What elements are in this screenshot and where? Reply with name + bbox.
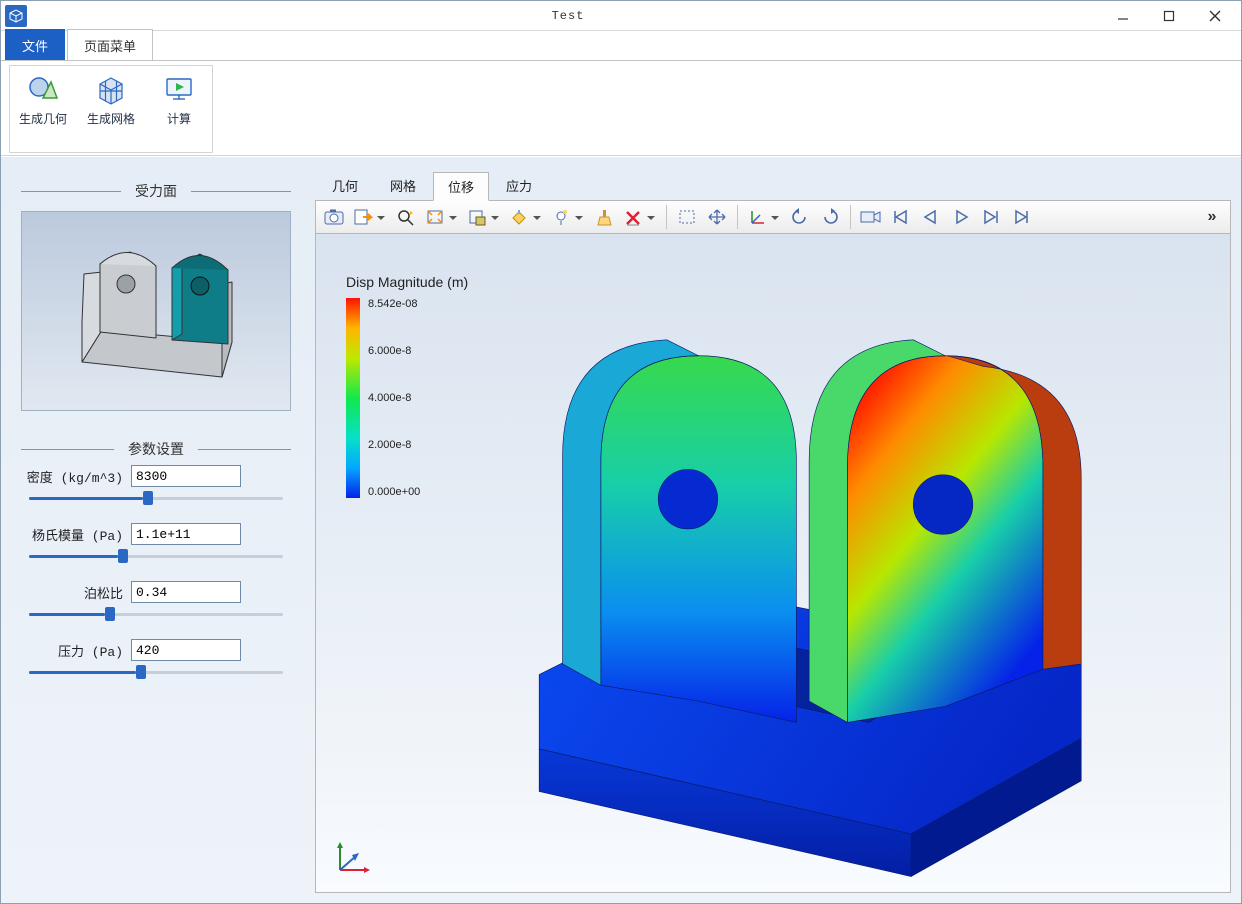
label-poisson: 泊松比	[23, 583, 123, 602]
input-young[interactable]	[131, 523, 241, 545]
app-logo	[5, 5, 27, 27]
legend-tick: 8.542e-08	[368, 298, 420, 310]
anim-next-icon[interactable]	[977, 203, 1005, 231]
export-icon[interactable]	[350, 203, 390, 231]
input-density[interactable]	[131, 465, 241, 487]
clear-icon[interactable]	[590, 203, 618, 231]
ribbon-button-solve[interactable]: 计算	[152, 68, 206, 150]
shapes-icon	[26, 72, 60, 106]
application-window: Test 文件 页面菜单 生成几何	[0, 0, 1242, 904]
zoom-box-icon[interactable]	[464, 203, 504, 231]
geometry-preview[interactable]	[21, 211, 291, 411]
anim-prev-icon[interactable]	[917, 203, 945, 231]
maximize-button[interactable]	[1147, 2, 1191, 30]
view-tab-geometry[interactable]: 几何	[317, 171, 373, 200]
label-young: 杨氏模量 (Pa)	[23, 525, 123, 544]
label-pressure: 压力 (Pa)	[23, 641, 123, 660]
axis-triad-icon[interactable]	[744, 203, 784, 231]
pan-icon[interactable]	[703, 203, 731, 231]
ribbon-button-generate-mesh[interactable]: 生成网格	[84, 68, 138, 150]
zoom-extents-icon[interactable]	[422, 203, 462, 231]
view-tab-mesh[interactable]: 网格	[375, 171, 431, 200]
camera-icon[interactable]	[857, 203, 885, 231]
legend-tick: 2.000e-8	[368, 439, 420, 451]
close-button[interactable]	[1193, 2, 1237, 30]
view-direction-icon[interactable]	[506, 203, 546, 231]
slider-young[interactable]	[29, 551, 283, 561]
tab-file[interactable]: 文件	[5, 29, 65, 60]
title-bar: Test	[1, 1, 1241, 31]
rotate-ccw-icon[interactable]	[786, 203, 814, 231]
viewport-toolbar: »	[315, 200, 1231, 234]
view-tab-displacement[interactable]: 位移	[433, 172, 489, 201]
slider-density[interactable]	[29, 493, 283, 503]
legend-title: Disp Magnitude (m)	[346, 274, 526, 290]
zoom-reset-icon[interactable]	[392, 203, 420, 231]
view-tabs: 几何 网格 位移 应力	[315, 167, 1231, 200]
delete-icon[interactable]	[620, 203, 660, 231]
ribbon-label: 生成网格	[87, 110, 135, 127]
ribbon-button-generate-geometry[interactable]: 生成几何	[16, 68, 70, 150]
anim-last-icon[interactable]	[1007, 203, 1035, 231]
cube-mesh-icon	[94, 72, 128, 106]
input-poisson[interactable]	[131, 581, 241, 603]
slider-poisson[interactable]	[29, 609, 283, 619]
minimize-button[interactable]	[1101, 2, 1145, 30]
monitor-play-icon	[162, 72, 196, 106]
legend-tick: 6.000e-8	[368, 345, 420, 357]
sidebar: 受力面	[1, 157, 311, 903]
panel-title-face: 受力面	[21, 181, 291, 201]
toolbar-more[interactable]: »	[1198, 203, 1226, 231]
rotate-cw-icon[interactable]	[816, 203, 844, 231]
window-title: Test	[35, 9, 1101, 23]
snapshot-icon[interactable]	[320, 203, 348, 231]
view-tab-stress[interactable]: 应力	[491, 171, 547, 200]
color-legend: Disp Magnitude (m) 8.542e-08 6.000e-8 4.…	[346, 274, 526, 498]
axis-triad-icon	[332, 838, 372, 878]
slider-pressure[interactable]	[29, 667, 283, 677]
viewport-3d[interactable]: Disp Magnitude (m) 8.542e-08 6.000e-8 4.…	[315, 234, 1231, 893]
ribbon-group: 生成几何 生成网格	[9, 65, 213, 153]
panel-title-params: 参数设置	[21, 439, 291, 459]
ribbon-label: 生成几何	[19, 110, 67, 127]
graphics-area: 几何 网格 位移 应力	[311, 157, 1241, 903]
light-icon[interactable]	[548, 203, 588, 231]
legend-tick: 4.000e-8	[368, 392, 420, 404]
legend-color-bar	[346, 298, 360, 498]
anim-play-icon[interactable]	[947, 203, 975, 231]
main-tabbar: 文件 页面菜单	[1, 31, 1241, 61]
label-density: 密度 (kg/m^3)	[23, 467, 123, 486]
ribbon-label: 计算	[167, 110, 191, 127]
input-pressure[interactable]	[131, 639, 241, 661]
panel-title-text: 受力面	[121, 181, 191, 201]
legend-tick: 0.000e+00	[368, 486, 420, 498]
panel-title-text: 参数设置	[114, 439, 198, 459]
ribbon: 生成几何 生成网格	[1, 61, 1241, 156]
main-area: 受力面	[1, 156, 1241, 903]
select-box-icon[interactable]	[673, 203, 701, 231]
anim-first-icon[interactable]	[887, 203, 915, 231]
tab-page-menu[interactable]: 页面菜单	[67, 29, 153, 60]
